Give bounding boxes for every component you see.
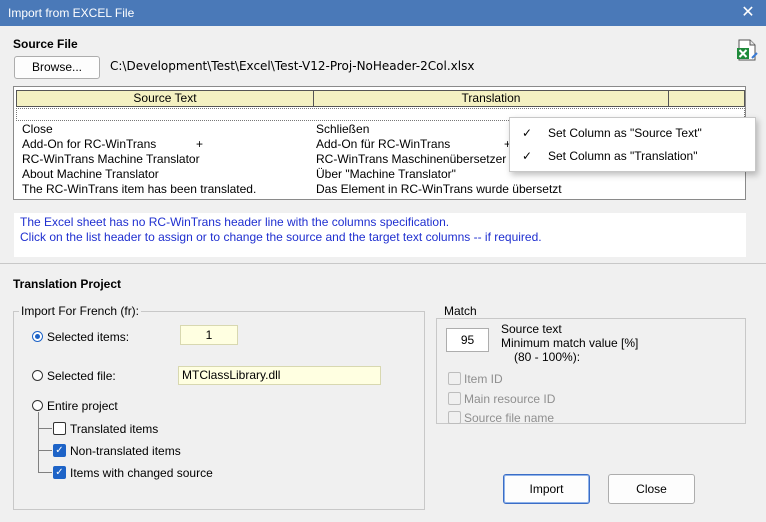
source-file-title: Source File — [13, 37, 78, 51]
import-label: Import — [529, 482, 564, 496]
close-label: Close — [636, 482, 667, 496]
info-line-1: The Excel sheet has no RC-WinTrans heade… — [20, 215, 450, 229]
title-bar: Import from EXCEL File ✕ — [0, 0, 766, 26]
import-group-label: Import For French (fr): — [19, 304, 142, 318]
item-id-label: Item ID — [464, 372, 503, 386]
translation-project-title: Translation Project — [13, 277, 122, 291]
window-title: Import from EXCEL File — [8, 6, 135, 20]
column-header-translation[interactable]: Translation — [313, 90, 669, 107]
browse-button[interactable]: Browse... — [14, 56, 100, 79]
check-icon: ✓ — [522, 126, 533, 140]
table-row[interactable]: The RC-WinTrans item has been translated… — [14, 182, 745, 197]
main-resource-label: Main resource ID — [464, 392, 556, 406]
row-plus-marker: + — [196, 137, 204, 151]
check-icon: ✓ — [522, 149, 533, 163]
cell-source: The RC-WinTrans item has been translated… — [22, 182, 257, 196]
tree-line — [38, 412, 39, 472]
source-file-name-label: Source file name — [464, 411, 555, 425]
browse-label: Browse... — [31, 60, 82, 74]
column-context-menu: ✓ Set Column as "Source Text" ✓ Set Colu… — [509, 117, 756, 172]
excel-file-icon[interactable] — [735, 38, 759, 62]
selected-items-count: 1 — [180, 325, 238, 345]
cell-source: Close — [22, 122, 53, 136]
menu-item-label: Set Column as "Translation" — [548, 149, 698, 163]
menu-item-set-source[interactable]: ✓ Set Column as "Source Text" — [510, 121, 755, 145]
tree-line — [38, 472, 52, 473]
section-divider — [0, 263, 766, 264]
selected-file-value: MTClassLibrary.dll — [178, 366, 381, 385]
cell-translation: Schließen — [316, 122, 370, 136]
changed-source-label[interactable]: Items with changed source — [70, 466, 213, 480]
entire-project-label[interactable]: Entire project — [47, 399, 118, 413]
match-range-label: (80 - 100%): — [514, 350, 581, 364]
menu-item-label: Set Column as "Source Text" — [548, 126, 702, 140]
menu-item-set-translation[interactable]: ✓ Set Column as "Translation" — [510, 144, 755, 168]
cell-source: About Machine Translator — [22, 167, 159, 181]
cell-source: RC-WinTrans Machine Translator — [22, 152, 200, 166]
selected-file-radio[interactable] — [32, 370, 43, 381]
match-group-label: Match — [442, 304, 479, 318]
translated-items-checkbox[interactable] — [53, 422, 66, 435]
close-icon[interactable]: ✕ — [738, 3, 758, 23]
non-translated-items-checkbox[interactable]: ✓ — [53, 444, 66, 457]
match-value-input[interactable]: 95 — [446, 328, 489, 352]
cell-translation: Über "Machine Translator" — [316, 167, 456, 181]
column-header-empty[interactable] — [668, 90, 745, 107]
selected-items-label[interactable]: Selected items: — [47, 330, 129, 344]
info-line-2: Click on the list header to assign or to… — [20, 230, 542, 244]
tree-line — [38, 428, 52, 429]
cell-translation: Add-On für RC-WinTrans — [316, 137, 451, 151]
import-button[interactable]: Import — [503, 474, 590, 504]
column-header-source[interactable]: Source Text — [16, 90, 314, 107]
main-resource-checkbox[interactable] — [448, 392, 461, 405]
translated-items-label[interactable]: Translated items — [70, 422, 158, 436]
source-file-path: C:\Development\Test\Excel\Test-V12-Proj-… — [110, 59, 720, 75]
selected-file-label[interactable]: Selected file: — [47, 369, 116, 383]
info-message: The Excel sheet has no RC-WinTrans heade… — [14, 213, 746, 257]
close-button[interactable]: Close — [608, 474, 695, 504]
cell-translation: Das Element in RC-WinTrans wurde überset… — [316, 182, 562, 196]
tree-line — [38, 450, 52, 451]
cell-source: Add-On for RC-WinTrans — [22, 137, 157, 151]
match-source-text-label: Source text — [501, 322, 562, 336]
entire-project-radio[interactable] — [32, 400, 43, 411]
non-translated-items-label[interactable]: Non-translated items — [70, 444, 181, 458]
changed-source-checkbox[interactable]: ✓ — [53, 466, 66, 479]
item-id-checkbox[interactable] — [448, 372, 461, 385]
source-file-name-checkbox[interactable] — [448, 411, 461, 424]
cell-translation: RC-WinTrans Maschinenübersetzer — [316, 152, 507, 166]
selected-items-radio[interactable] — [32, 331, 43, 342]
match-min-label: Minimum match value [%] — [501, 336, 639, 350]
